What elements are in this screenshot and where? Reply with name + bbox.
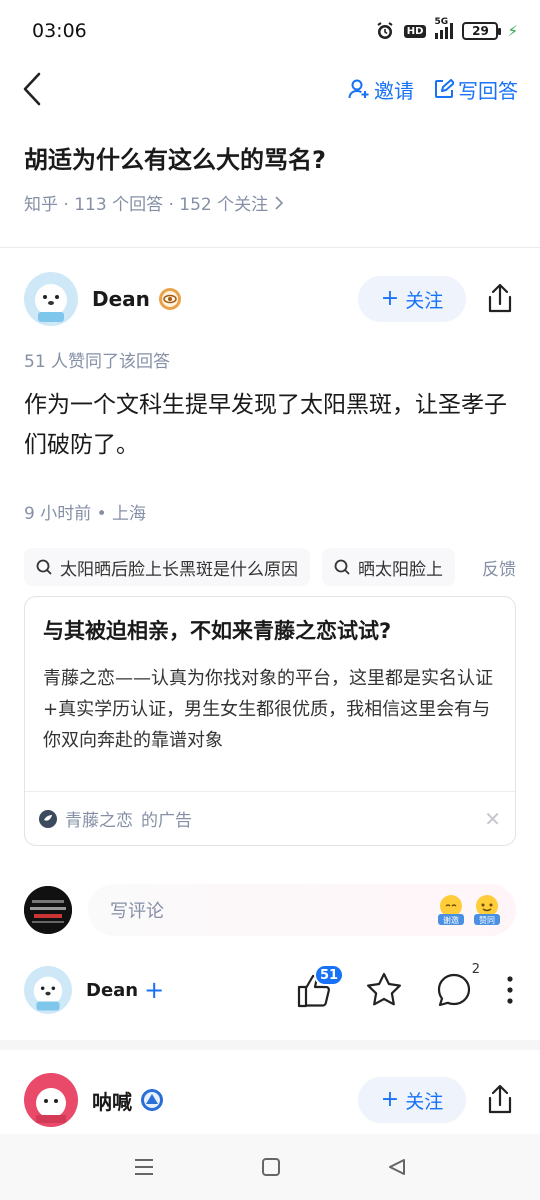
related-search-chips: 太阳晒后脸上长黑斑是什么原因 晒太阳脸上 [24,548,540,586]
ad-body: 青藤之恋——认真为你找对象的平台，这里都是实名认证+真实学历认证，男生女生都很优… [43,668,493,751]
invite-user-icon [348,79,369,99]
divider [0,247,540,248]
feedback-link[interactable]: 反馈 [482,548,540,586]
share-icon[interactable] [484,283,516,315]
plus-icon: + [380,286,400,311]
avatar [24,966,72,1014]
status-bar: 03:06 HD 5G 29 ⚡ [0,0,540,62]
author-name[interactable]: Dean [92,287,150,311]
signal-icon: 5G [434,17,454,39]
more-vertical-icon [507,976,513,1004]
comment-input[interactable]: 写评论 谢邀 赞同 [88,884,516,936]
more-button[interactable] [504,970,516,1010]
answer-author-row: Dean + 关注 [24,272,516,326]
follow-button[interactable]: + 关注 [358,1077,466,1123]
battery-icon: 29 [462,22,502,40]
chevron-left-icon [23,72,41,106]
comment-placeholder: 写评论 [110,901,164,922]
eye-badge-icon [158,288,181,310]
action-icons: 51 2 [294,962,516,1010]
write-answer-button[interactable]: 写回答 [434,75,518,104]
question-title[interactable]: 胡适为什么有这么大的骂名? [24,142,516,178]
battery-level: 29 [472,24,489,38]
author-follow-chip[interactable]: Dean + [24,962,185,1018]
chevron-right-icon [275,195,284,210]
ad-card[interactable]: 与其被迫相亲，不如来青藤之恋试试? 青藤之恋——认真为你找对象的平台，这里都是实… [24,596,516,846]
comment-bubble-icon [437,973,471,1007]
home-icon[interactable] [261,1157,281,1177]
search-icon [334,559,350,575]
back-button[interactable] [22,69,52,109]
triangle-badge-icon [141,1089,163,1111]
answer-action-bar: Dean + 51 2 [24,958,516,1022]
top-nav: 邀请 写回答 [0,62,540,116]
like-count-badge: 51 [314,964,345,986]
comment-count: 2 [471,962,480,977]
question-header: 胡适为什么有这么大的骂名? 知乎 · 113 个回答 · 152 个关注 [24,142,516,215]
advertiser-name: 青藤之恋 [65,811,133,831]
comment-row: 写评论 谢邀 赞同 [24,884,516,936]
search-chip-label: 太阳晒后脸上长黑斑是什么原因 [60,559,298,580]
ad-title: 与其被迫相亲，不如来青藤之恋试试? [43,619,392,643]
time-location: 9 小时前 • 上海 [24,504,147,524]
network-label: 5G [434,17,449,27]
hd-badge: HD [403,24,427,38]
star-icon [367,972,401,1006]
ad-suffix: 的广告 [141,811,192,831]
follow-label: 关注 [405,289,444,312]
share-icon[interactable] [484,1084,516,1116]
status-time: 03:06 [32,20,87,42]
follow-button[interactable]: + 关注 [358,276,466,322]
comment-button[interactable]: 2 [434,962,480,1010]
back-triangle-icon[interactable] [387,1157,407,1177]
section-divider [0,1040,540,1050]
avatar[interactable] [24,1073,78,1127]
status-icons: HD 5G 29 ⚡ [375,17,518,41]
search-chip[interactable]: 太阳晒后脸上长黑斑是什么原因 [24,548,310,586]
answer-content[interactable]: 作为一个文科生提早发现了太阳黑斑，让圣孝子们破防了。 [24,385,516,465]
next-answer-author-row: 呐喊 + 关注 [24,1073,516,1127]
menu-icon[interactable] [133,1157,155,1177]
question-meta[interactable]: 知乎 · 113 个回答 · 152 个关注 [24,190,516,215]
search-chip[interactable]: 晒太阳脸上 [322,548,455,586]
agree-emoji-button[interactable]: 赞同 [472,894,502,926]
close-icon[interactable]: ✕ [484,807,501,831]
write-answer-label: 写回答 [458,78,518,103]
invite-label: 邀请 [374,78,414,103]
nav-actions: 邀请 写回答 [348,75,518,104]
favorite-button[interactable] [364,970,404,1010]
alarm-icon [377,22,393,39]
ad-footer: 青藤之恋 的广告 ✕ [25,791,515,845]
plus-icon: + [380,1087,400,1112]
search-icon [36,559,52,575]
follow-label: 关注 [405,1090,444,1113]
like-button[interactable]: 51 [294,964,345,1010]
search-chip-label: 晒太阳脸上 [358,559,443,580]
emoji-buttons: 谢邀 赞同 [436,894,502,926]
system-nav-bar [0,1134,540,1200]
agree-emoji-label: 赞同 [479,915,495,925]
thanks-emoji-button[interactable]: 谢邀 [436,894,466,926]
edit-icon [435,79,454,98]
plus-icon: + [144,976,165,1004]
invite-button[interactable]: 邀请 [348,75,414,104]
question-meta-text: 知乎 · 113 个回答 · 152 个关注 [24,195,269,215]
avatar[interactable] [24,272,78,326]
thanks-emoji-label: 谢邀 [443,915,459,925]
author-name[interactable]: 呐喊 [92,1086,132,1115]
charging-icon: ⚡ [507,22,518,40]
advertiser-logo-icon [39,809,57,828]
likes-count-text: 51 人赞同了该回答 [24,352,171,372]
author-name: Dean [86,979,139,1001]
user-avatar[interactable] [24,886,72,934]
